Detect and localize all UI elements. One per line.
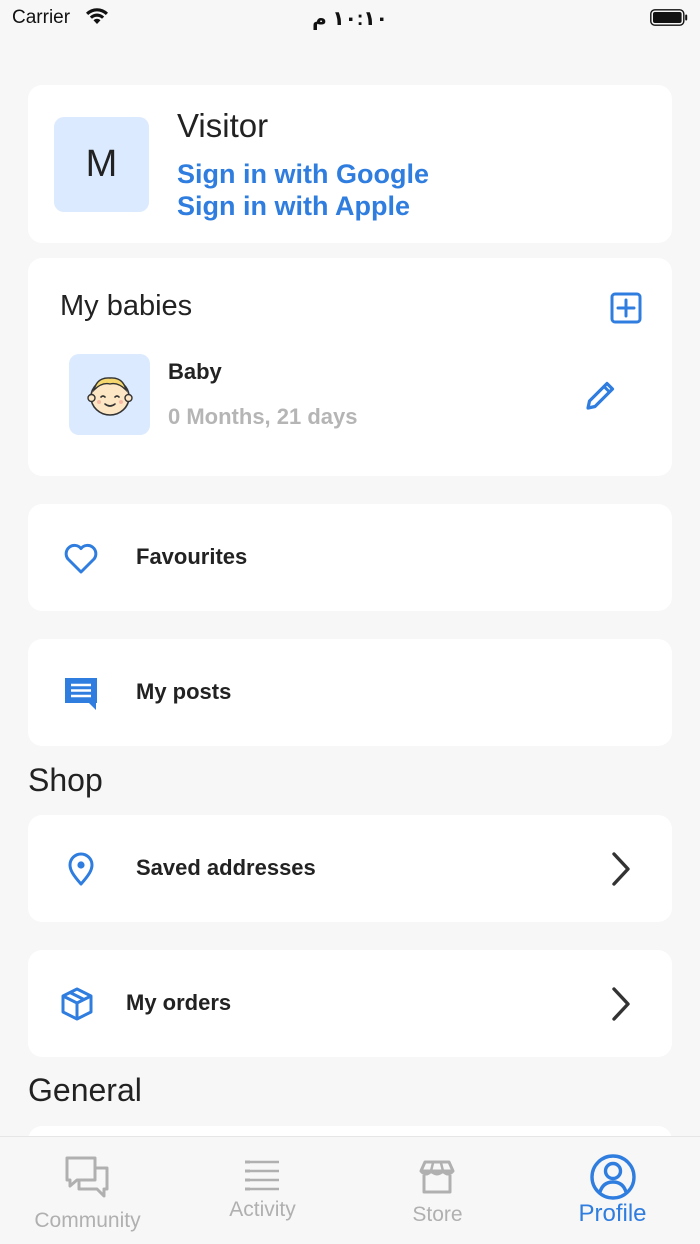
my-posts-row[interactable]: My posts xyxy=(28,639,672,746)
profile-name: Visitor xyxy=(177,107,269,144)
tab-store-label: Store xyxy=(412,1203,463,1226)
package-box-icon xyxy=(61,987,93,1021)
tab-community[interactable]: Community xyxy=(0,1137,175,1244)
tab-profile[interactable]: Profile xyxy=(525,1137,700,1244)
status-bar: Carrier ١٠:١٠ م xyxy=(0,0,700,40)
edit-pencil-icon[interactable] xyxy=(582,376,620,414)
tab-activity[interactable]: Activity xyxy=(175,1137,350,1244)
favourites-label: Favourites xyxy=(136,544,248,569)
tab-community-label: Community xyxy=(34,1209,141,1232)
baby-face-icon xyxy=(86,376,133,416)
my-orders-row[interactable]: My orders xyxy=(28,950,672,1057)
favourites-row[interactable]: Favourites xyxy=(28,504,672,611)
tab-activity-label: Activity xyxy=(229,1198,296,1221)
tab-store[interactable]: Store xyxy=(350,1137,525,1244)
avatar: M xyxy=(54,117,149,212)
general-section-title: General xyxy=(28,1072,142,1108)
sign-in-google-link[interactable]: Sign in with Google xyxy=(177,159,429,190)
chat-bubbles-icon xyxy=(65,1156,109,1198)
saved-addresses-row[interactable]: Saved addresses xyxy=(28,815,672,922)
location-pin-icon xyxy=(68,852,94,886)
sign-in-apple-link[interactable]: Sign in with Apple xyxy=(177,191,410,222)
baby-name: Baby xyxy=(168,359,222,384)
store-icon xyxy=(419,1160,455,1194)
my-orders-label: My orders xyxy=(126,990,232,1015)
profile-card: M Visitor Sign in with Google Sign in wi… xyxy=(28,85,672,243)
add-baby-icon[interactable] xyxy=(610,292,642,324)
list-icon xyxy=(245,1160,279,1191)
profile-screen: Carrier ١٠:١٠ م M Visitor Sign in with G… xyxy=(0,0,700,1244)
profile-circle-icon xyxy=(590,1154,636,1200)
status-time: ١٠:١٠ م xyxy=(312,8,388,30)
heart-icon xyxy=(64,543,98,574)
saved-addresses-label: Saved addresses xyxy=(136,855,316,880)
chevron-right-icon xyxy=(612,987,630,1021)
baby-avatar xyxy=(69,354,150,435)
my-posts-label: My posts xyxy=(136,679,232,704)
bottom-tab-bar: Community Activity Store Profile xyxy=(0,1136,700,1244)
my-babies-card: My babies Baby 0 Months, 21 days xyxy=(28,258,672,476)
message-icon xyxy=(65,678,97,710)
chevron-right-icon xyxy=(612,852,630,886)
baby-age: 0 Months, 21 days xyxy=(168,404,358,429)
tab-profile-label: Profile xyxy=(578,1200,647,1227)
shop-section-title: Shop xyxy=(28,762,103,798)
my-babies-title: My babies xyxy=(60,290,193,322)
battery-icon xyxy=(650,9,688,26)
